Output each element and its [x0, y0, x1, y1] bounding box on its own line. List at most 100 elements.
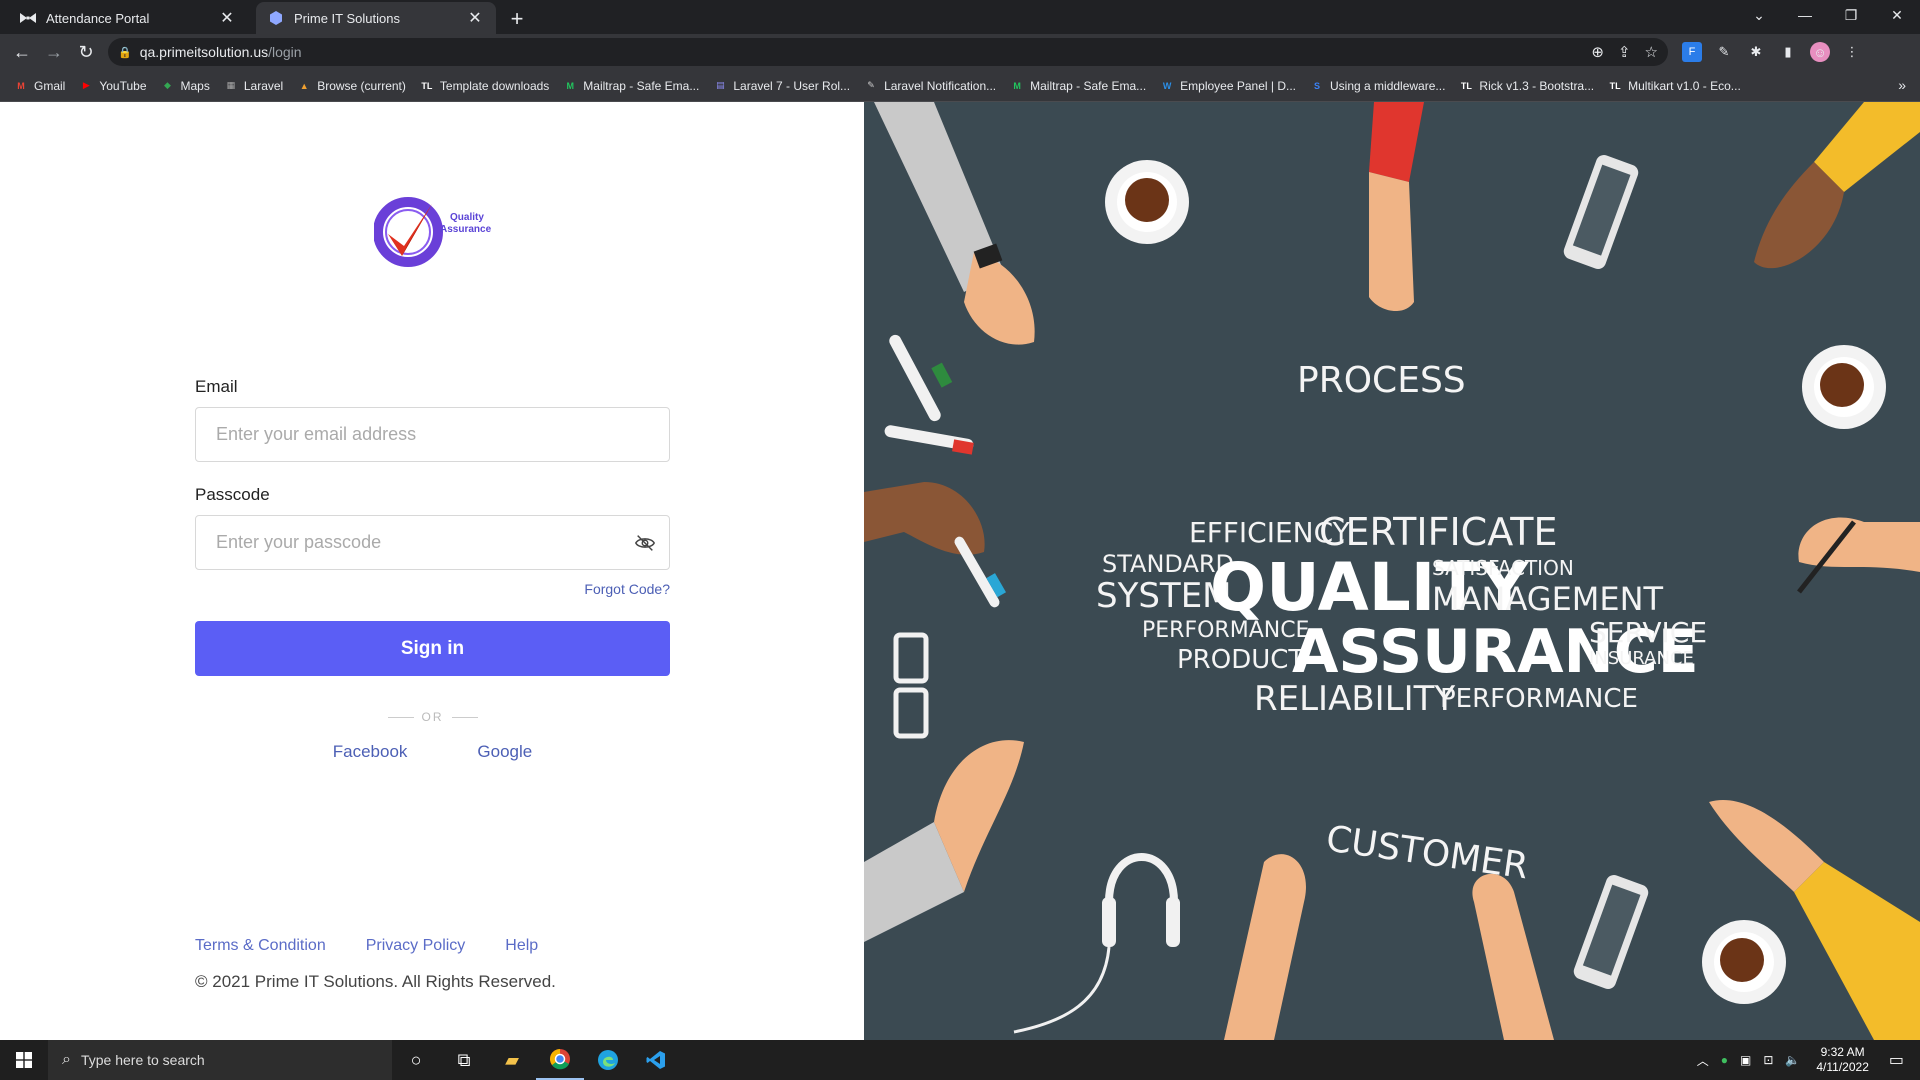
mailtrap-icon: M: [566, 80, 575, 91]
email-input[interactable]: [195, 407, 670, 462]
bookmark-item[interactable]: TL Rick v1.3 - Bootstra...: [1459, 79, 1594, 93]
tl-icon: TL: [1460, 80, 1472, 91]
new-tab-button[interactable]: +: [502, 4, 532, 34]
login-panel: Quality Assurance Email Passcode Forgot …: [0, 102, 864, 1040]
edge-icon[interactable]: [584, 1040, 632, 1080]
windows-taskbar: ⌕ Type here to search ○ ⧉ ▰ ︿ ● ▣ ⊡ 🔈 9:…: [0, 1040, 1920, 1080]
bookmark-label: Rick v1.3 - Bootstra...: [1479, 78, 1595, 93]
bookmarks-bar: M Gmail ▶ YouTube ◆ Maps ▦ Laravel ▲ Browse (curr…: [0, 70, 1920, 102]
tab-attendance-portal[interactable]: Attendance Portal ✕: [8, 2, 248, 34]
bookmarks-overflow-icon[interactable]: »: [1898, 77, 1906, 93]
chevron-up-icon[interactable]: ︿: [1697, 1052, 1709, 1069]
clock-date: 4/11/2022: [1816, 1060, 1869, 1074]
restore-icon[interactable]: ❐: [1828, 0, 1874, 30]
security-check-icon[interactable]: ●: [1721, 1053, 1728, 1067]
menu-kebab-icon[interactable]: ⋮: [1842, 42, 1862, 62]
bookmark-label: Laravel: [243, 78, 284, 93]
hand-left-marker: [864, 482, 1006, 608]
terms-link[interactable]: Terms & Condition: [195, 937, 326, 955]
facebook-link[interactable]: Facebook: [333, 742, 408, 762]
clock[interactable]: 9:32 AM 4/11/2022: [1816, 1045, 1869, 1075]
sign-in-button[interactable]: Sign in: [195, 621, 670, 676]
lock-icon[interactable]: 🔒: [118, 46, 132, 59]
close-window-icon[interactable]: ✕: [1874, 0, 1920, 30]
extensions-puzzle-icon[interactable]: ✱: [1746, 42, 1766, 62]
footer-links: Terms & Condition Privacy Policy Help: [195, 937, 538, 955]
word-performance-2: PERFORMANCE: [1440, 684, 1638, 714]
close-tab-icon[interactable]: ✕: [466, 8, 484, 28]
side-panel-icon[interactable]: ▮: [1778, 42, 1798, 62]
extension-pen-icon[interactable]: ✎: [1714, 42, 1734, 62]
maps-icon: ◆: [164, 80, 171, 90]
zoom-icon[interactable]: ⊕: [1591, 43, 1604, 61]
passcode-field-wrapper: [195, 515, 670, 570]
bookmark-item[interactable]: ▦ Laravel: [224, 78, 284, 93]
word-process: PROCESS: [1297, 360, 1466, 401]
share-icon[interactable]: ⇪: [1618, 43, 1631, 61]
help-link[interactable]: Help: [505, 937, 538, 955]
bookmark-item[interactable]: S Using a middleware...: [1310, 79, 1445, 93]
privacy-link[interactable]: Privacy Policy: [366, 937, 466, 955]
taskbar-search[interactable]: ⌕ Type here to search: [48, 1040, 392, 1080]
google-link[interactable]: Google: [477, 742, 532, 762]
close-tab-icon[interactable]: ✕: [218, 8, 236, 28]
word-product: PRODUCT: [1177, 645, 1304, 675]
phone-bottom: [1573, 875, 1649, 989]
hand-bottom-right: [1709, 800, 1920, 1040]
browser-toolbar: ← → ↻ 🔒 qa.primeitsolution.us/login ⊕ ⇪ …: [0, 34, 1920, 70]
bow-tie-icon: [20, 10, 36, 26]
bookmark-item[interactable]: ▲ Browse (current): [297, 79, 406, 93]
bookmark-star-icon[interactable]: ☆: [1645, 43, 1658, 61]
notification-icon: ✎: [867, 80, 875, 90]
laravel-icon: ▦: [226, 80, 236, 90]
or-divider: OR: [195, 710, 670, 724]
window-controls: ⌄ — ❐ ✕: [1736, 0, 1920, 30]
reload-icon[interactable]: ↻: [70, 36, 102, 68]
bookmark-item[interactable]: ▶ YouTube: [79, 79, 147, 93]
bookmark-item[interactable]: M Mailtrap - Safe Ema...: [1010, 79, 1146, 93]
word-insurance: INSURANCE: [1589, 648, 1694, 669]
task-view-icon[interactable]: ⧉: [440, 1040, 488, 1080]
file-explorer-icon[interactable]: ▰: [488, 1040, 536, 1080]
browser-tab-bar: Attendance Portal ✕ Prime IT Solutions ✕…: [0, 0, 1920, 34]
bookmark-label: Mailtrap - Safe Ema...: [1030, 78, 1147, 93]
windows-start-icon[interactable]: [0, 1040, 48, 1080]
address-bar[interactable]: 🔒 qa.primeitsolution.us/login ⊕ ⇪ ☆: [108, 38, 1668, 66]
minimize-icon[interactable]: —: [1782, 0, 1828, 30]
bookmark-item[interactable]: ✎ Laravel Notification...: [864, 79, 996, 93]
bookmark-item[interactable]: M Mailtrap - Safe Ema...: [563, 79, 700, 93]
bookmark-item[interactable]: TL Template downloads: [420, 79, 549, 93]
back-icon[interactable]: ←: [6, 36, 38, 68]
eye-off-icon[interactable]: [634, 532, 656, 554]
word-customer: CUSTOMER: [1324, 818, 1531, 887]
volume-muted-icon[interactable]: 🔈: [1785, 1053, 1800, 1067]
notifications-icon[interactable]: ▭: [1889, 1050, 1904, 1070]
bookmark-item[interactable]: ◆ Maps: [161, 79, 210, 93]
tab-title: Attendance Portal: [46, 10, 150, 26]
page: Quality Assurance Email Passcode Forgot …: [0, 102, 1920, 1040]
profile-avatar-icon[interactable]: ☺: [1810, 42, 1830, 62]
network-icon[interactable]: ⊡: [1763, 1053, 1773, 1067]
quality-assurance-illustration: PROCESS EFFICIENCY CERTIFICATE STANDARD …: [864, 102, 1920, 1040]
forgot-code-link[interactable]: Forgot Code?: [195, 581, 670, 597]
passcode-input[interactable]: [195, 515, 670, 570]
coffee-cup-top: [1105, 160, 1189, 244]
coffee-cup-bottom: [1702, 920, 1786, 1004]
tab-prime-it-solutions[interactable]: Prime IT Solutions ✕: [256, 2, 496, 34]
bookmark-label: Laravel Notification...: [884, 78, 997, 93]
word-service: SERVICE: [1589, 616, 1707, 649]
cortana-icon[interactable]: ○: [392, 1040, 440, 1080]
forward-icon[interactable]: →: [38, 36, 70, 68]
word-certificate: CERTIFICATE: [1319, 510, 1557, 554]
bookmark-item[interactable]: M Gmail: [14, 79, 65, 93]
extension-f-icon[interactable]: F: [1682, 42, 1702, 62]
chrome-icon[interactable]: [536, 1040, 584, 1080]
tab-search-icon[interactable]: ⌄: [1736, 0, 1782, 30]
bookmark-item[interactable]: ▤ Laravel 7 - User Rol...: [713, 79, 850, 93]
bookmark-label: Multikart v1.0 - Eco...: [1628, 78, 1741, 93]
bookmark-label: Laravel 7 - User Rol...: [733, 78, 851, 93]
bookmark-item[interactable]: TL Multikart v1.0 - Eco...: [1608, 79, 1741, 93]
vscode-icon[interactable]: [632, 1040, 680, 1080]
bookmark-item[interactable]: W Employee Panel | D...: [1160, 79, 1296, 93]
meet-now-icon[interactable]: ▣: [1740, 1053, 1751, 1067]
